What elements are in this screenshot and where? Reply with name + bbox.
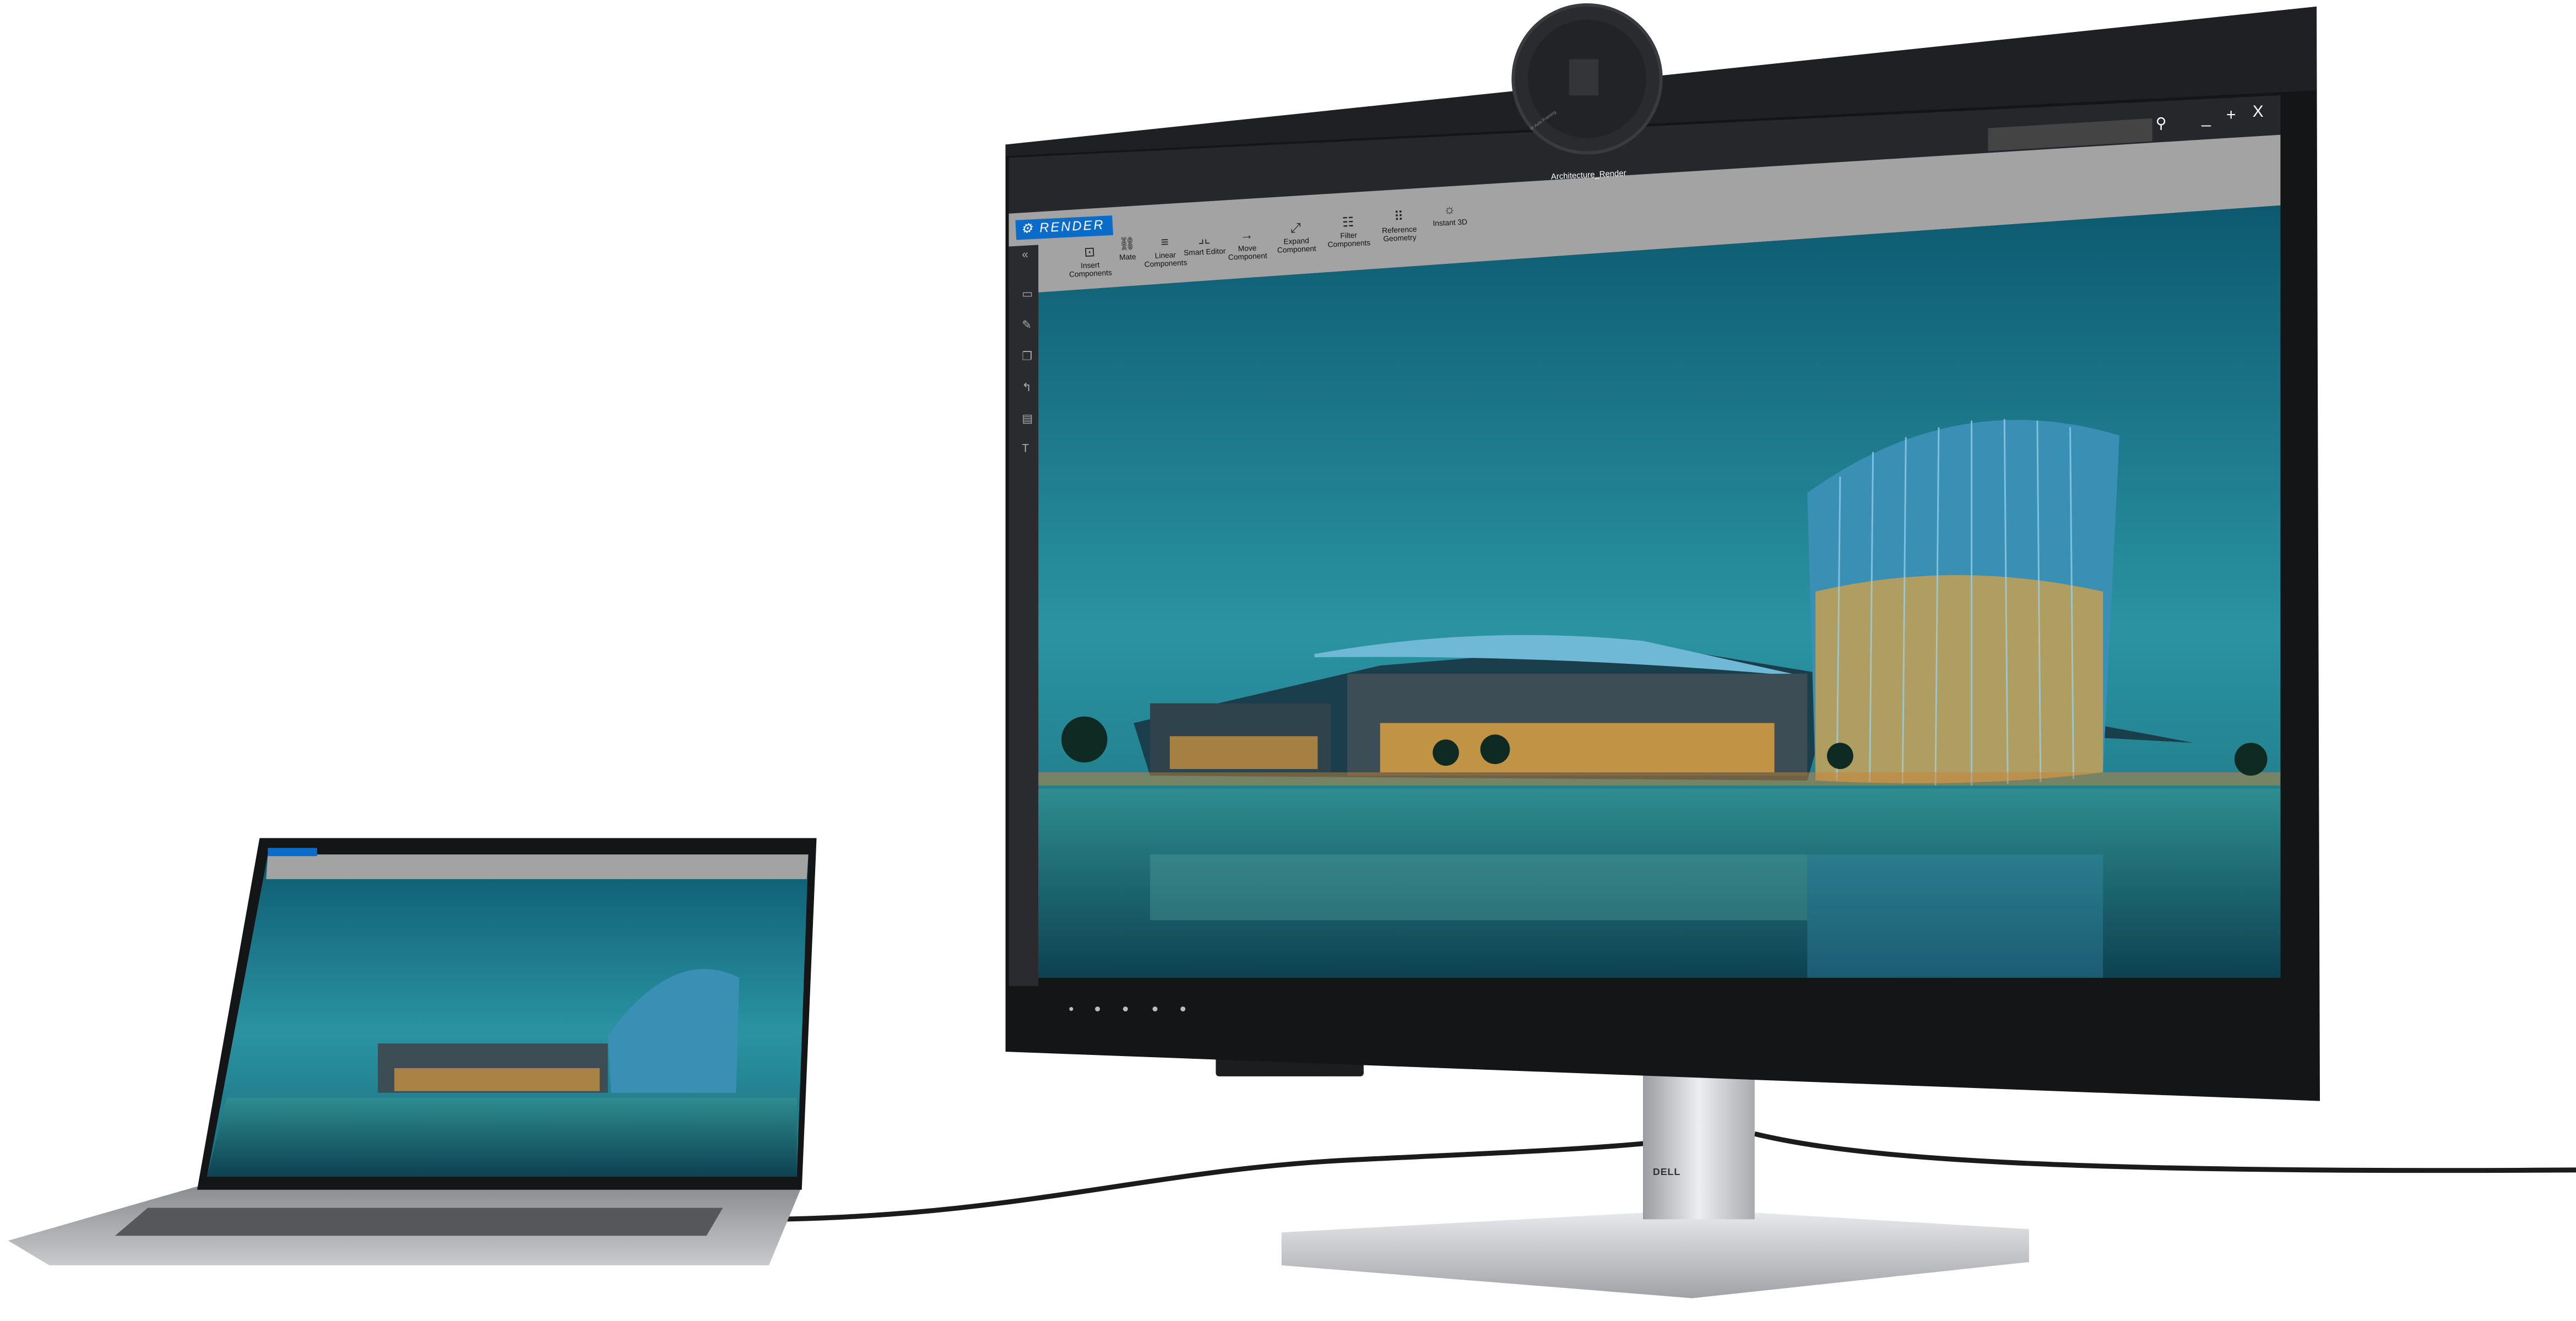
sidebar-icon-edit[interactable]: ✎ bbox=[1022, 319, 1032, 332]
stand-base bbox=[1281, 1212, 2030, 1298]
filter-components-button[interactable]: ☷ Filter Components bbox=[1320, 214, 1377, 249]
move-component-button[interactable]: → Move Component bbox=[1218, 226, 1276, 262]
arrow-right-icon: → bbox=[1239, 227, 1254, 243]
instant-3d-button[interactable]: ☼ Instant 3D bbox=[1421, 201, 1478, 228]
product-photo: ⚙ RENDER Architecture_Render ⚲ _ + X « ▭… bbox=[0, 0, 2576, 1321]
gear-icon: ⚙ bbox=[1020, 220, 1040, 237]
power-cable bbox=[1754, 1131, 2576, 1173]
minimize-button[interactable]: _ bbox=[2201, 111, 2211, 128]
expand-component-button[interactable]: ⤢ Expand Component bbox=[1267, 219, 1325, 255]
dell-logo: DELL bbox=[1652, 1168, 1681, 1178]
sidebar-icon-undo[interactable]: ↰ bbox=[1022, 381, 1032, 394]
reference-geometry-button[interactable]: ⠿ Reference Geometry bbox=[1370, 208, 1428, 243]
maximize-button[interactable]: + bbox=[2226, 107, 2236, 125]
sidebar-icon-layers[interactable]: ❐ bbox=[1022, 350, 1032, 363]
close-button[interactable]: X bbox=[2253, 104, 2264, 122]
scene bbox=[8, 3, 2576, 1298]
sidebar-icon-doc[interactable]: ▤ bbox=[1022, 413, 1033, 426]
sidebar-icon-text[interactable]: T bbox=[1022, 443, 1029, 455]
sliders-icon: ☷ bbox=[1342, 214, 1354, 230]
magnifier-icon[interactable]: ⚲ bbox=[2156, 115, 2167, 132]
sidebar-collapse-button[interactable]: « bbox=[1022, 250, 1028, 261]
usb-c-cable bbox=[772, 1139, 1660, 1222]
bulb-icon: ☼ bbox=[1443, 202, 1456, 218]
laptop-keyboard bbox=[115, 1208, 723, 1236]
expand-icon: ⤢ bbox=[1290, 220, 1301, 236]
sidebar-icon-frame[interactable]: ▭ bbox=[1022, 288, 1033, 301]
grid-icon: ⠿ bbox=[1393, 209, 1404, 225]
